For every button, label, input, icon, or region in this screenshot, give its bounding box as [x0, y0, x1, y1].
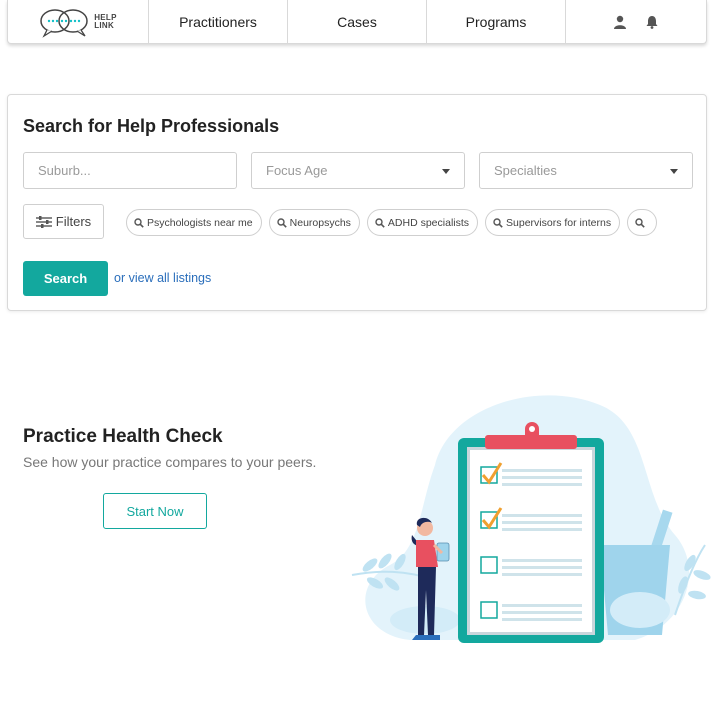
search-icon — [635, 217, 645, 228]
suburb-input[interactable] — [38, 163, 236, 178]
nav-programs[interactable]: Programs — [427, 0, 566, 43]
logo[interactable]: HELP LINK — [8, 0, 149, 43]
chevron-down-icon — [442, 169, 450, 174]
search-button[interactable]: Search — [23, 261, 108, 296]
search-icon — [375, 217, 385, 228]
nav-cases[interactable]: Cases — [288, 0, 427, 43]
chip-label: Supervisors for interns — [506, 216, 612, 229]
specialties-label: Specialties — [494, 163, 557, 178]
chip-label: ADHD specialists — [387, 216, 470, 229]
clipboard — [458, 422, 604, 643]
chip-more[interactable] — [627, 209, 658, 236]
focus-age-select[interactable]: Focus Age — [251, 152, 465, 189]
sliders-icon — [35, 215, 52, 228]
chevron-down-icon — [670, 169, 678, 174]
chip-supervisors[interactable]: Supervisors for interns — [485, 209, 621, 236]
chip-label: Neuropsychs — [289, 216, 351, 229]
chip-label: Psychologists near me — [147, 216, 253, 229]
health-check-subtitle: See how your practice compares to your p… — [23, 454, 317, 470]
start-now-button[interactable]: Start Now — [103, 493, 207, 529]
filters-label: Filters — [55, 214, 92, 229]
nav-icons — [566, 0, 706, 43]
chip-psychologists[interactable]: Psychologists near me — [126, 209, 262, 236]
logo-text: HELP LINK — [94, 13, 117, 30]
chip-adhd[interactable]: ADHD specialists — [366, 209, 479, 236]
suburb-field[interactable] — [23, 152, 237, 189]
search-icon — [134, 217, 144, 228]
nav-practitioners[interactable]: Practitioners — [149, 0, 288, 43]
search-icon — [276, 217, 287, 228]
search-icon — [493, 217, 503, 228]
logo-icon — [40, 8, 88, 38]
quick-search-chips: Psychologists near me Neuropsychs ADHD s… — [126, 209, 678, 237]
health-check-title: Practice Health Check — [23, 426, 223, 447]
filters-button[interactable]: Filters — [23, 204, 104, 239]
top-navbar: HELP LINK Practitioners Cases Programs — [7, 0, 707, 44]
focus-age-label: Focus Age — [266, 163, 328, 178]
search-card: Search for Help Professionals Focus Age … — [7, 94, 707, 311]
specialties-select[interactable]: Specialties — [479, 152, 693, 189]
user-icon[interactable] — [613, 15, 627, 29]
bell-icon[interactable] — [645, 15, 659, 29]
search-title: Search for Help Professionals — [23, 116, 280, 136]
view-all-listings-link[interactable]: or view all listings — [114, 271, 211, 285]
chip-neuropsychs[interactable]: Neuropsychs — [268, 209, 360, 236]
clipboard-illustration — [351, 395, 711, 643]
logo-line-2: LINK — [94, 20, 115, 30]
